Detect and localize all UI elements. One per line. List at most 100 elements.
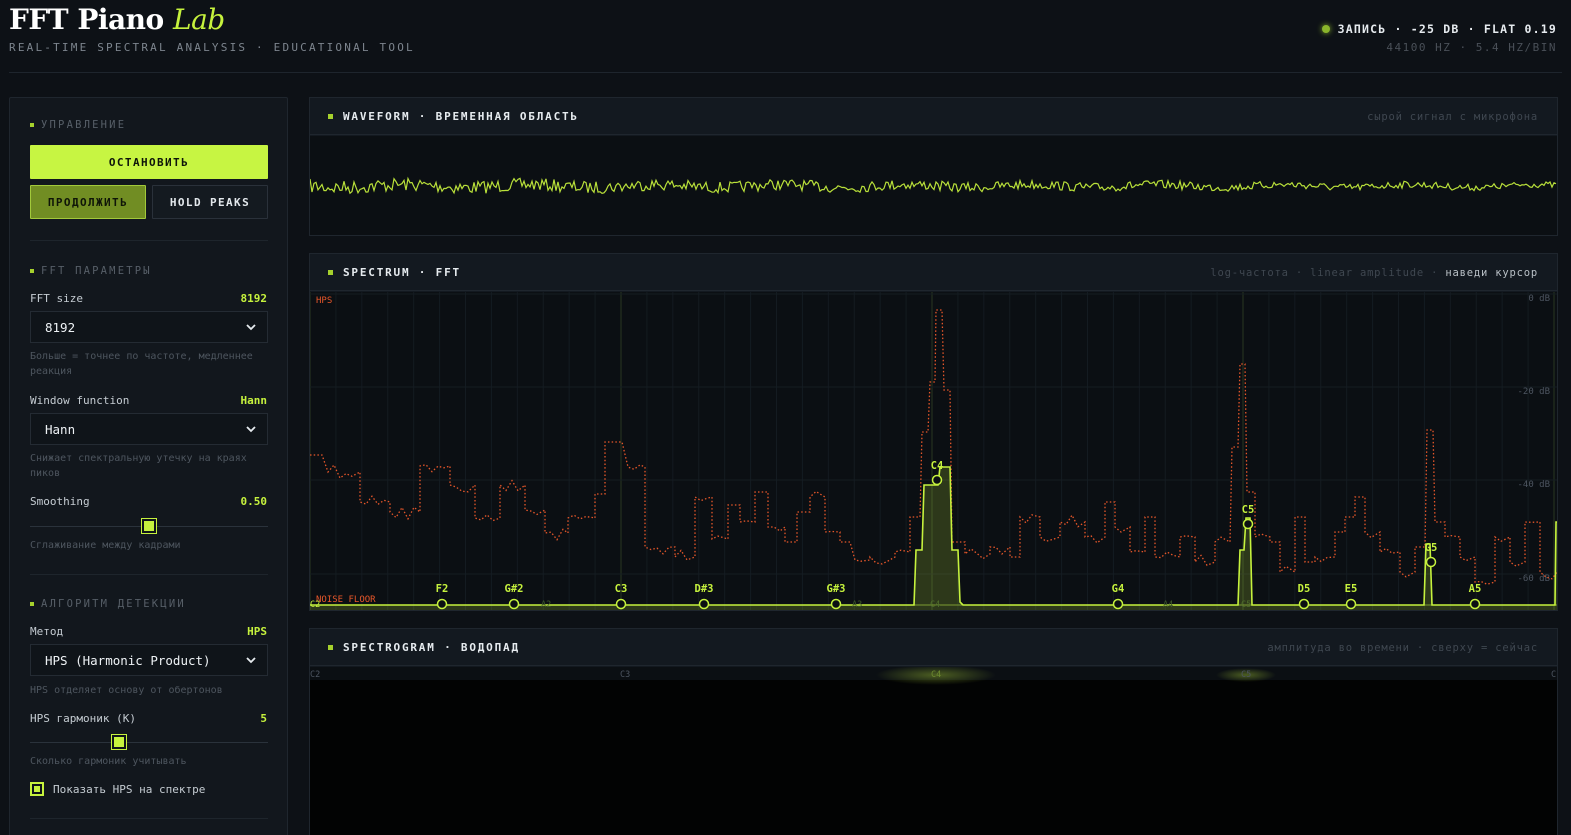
smoothing-slider-thumb[interactable] xyxy=(141,518,157,534)
peak-label-g-sharp-2: G#2 xyxy=(505,583,524,595)
peak-label-g4: G4 xyxy=(1112,583,1125,595)
db-label-40: -40 dB xyxy=(1517,480,1550,490)
sgram-note-c6: C xyxy=(1551,670,1556,680)
db-axis-labels: 0 dB -20 dB -40 dB -60 dB xyxy=(1517,294,1550,584)
recording-status-text: ЗАПИСЬ · -25 DB · FLAT 0.19 xyxy=(1337,22,1557,36)
method-label: Метод xyxy=(30,625,64,638)
chevron-down-icon xyxy=(246,657,256,664)
section-divider xyxy=(30,240,268,241)
spectrogram-panel-title: SPECTROGRAM · ВОДОПАД xyxy=(328,641,520,654)
smoothing-hint: Сглаживание между кадрами xyxy=(30,540,181,551)
axis-note-c5: C5 xyxy=(1241,600,1251,610)
sgram-note-c4: C4 xyxy=(931,670,941,680)
waveform-panel-header: WAVEFORM · ВРЕМЕННАЯ ОБЛАСТЬ сырой сигна… xyxy=(310,98,1557,135)
method-value: HPS xyxy=(247,625,267,638)
waveform-panel-note: сырой сигнал с микрофона xyxy=(1367,111,1538,123)
recording-dot-icon xyxy=(1321,25,1330,33)
peak-label-c4: C4 xyxy=(931,460,944,472)
peak-label-d5: D5 xyxy=(1298,583,1311,595)
axis-note-a4: A4 xyxy=(1163,600,1173,610)
fft-size-label: FFT size xyxy=(30,292,83,305)
fft-size-select[interactable]: 8192 xyxy=(30,311,268,343)
waveform-panel-title: WAVEFORM · ВРЕМЕННАЯ ОБЛАСТЬ xyxy=(328,110,579,123)
method-selected: HPS (Harmonic Product) xyxy=(45,652,211,668)
app-title: FFT Piano Lab xyxy=(9,3,225,36)
show-hps-label[interactable]: Показать HPS на спектре xyxy=(53,783,205,796)
spectrogram-title-text: SPECTROGRAM · ВОДОПАД xyxy=(343,641,520,654)
stop-button[interactable]: ОСТАНОВИТЬ xyxy=(30,145,268,179)
fft-size-hint: Больше = точнее по частоте, медленнее ре… xyxy=(30,351,253,377)
peak-label-f2: F2 xyxy=(436,583,449,595)
section-title-detect-text: АЛГОРИТМ ДЕТЕКЦИИ xyxy=(41,598,186,610)
spectrum-title-text: SPECTRUM · FFT xyxy=(343,266,461,279)
fft-size-value: 8192 xyxy=(240,292,268,305)
hps-legend-label: HPS xyxy=(316,296,332,306)
chevron-down-icon xyxy=(246,324,256,331)
section-divider xyxy=(30,818,268,819)
peak-label-g5: G5 xyxy=(1425,542,1438,554)
section-marker-icon xyxy=(30,123,34,127)
spectrogram-canvas[interactable]: C2 C3 C4 C5 C xyxy=(310,665,1557,835)
hps-harmonics-value: 5 xyxy=(260,712,267,725)
spectrum-note-text: log-частота · linear amplitude · xyxy=(1210,267,1446,279)
axis-note-c4: C4 xyxy=(930,600,940,610)
axis-note-c2: C2 xyxy=(310,600,320,610)
peak-label-g-sharp-3: G#3 xyxy=(827,583,846,595)
spectrum-panel-title: SPECTRUM · FFT xyxy=(328,266,461,279)
sgram-note-c5: C5 xyxy=(1241,670,1251,680)
panel-marker-icon xyxy=(328,645,333,650)
spectrum-hover-hint: наведи курсор xyxy=(1445,267,1538,279)
peak-marker-f2[interactable]: F2 xyxy=(436,583,449,610)
app-subtitle: REAL-TIME SPECTRAL ANALYSIS · EDUCATIONA… xyxy=(9,41,415,54)
spectrogram-svg: C2 C3 C4 C5 C xyxy=(310,665,1557,685)
section-marker-icon xyxy=(30,602,34,606)
panel-marker-icon xyxy=(328,114,333,119)
hps-harmonics-slider-thumb[interactable] xyxy=(111,734,128,750)
sample-rate-info: 44100 HZ · 5.4 HZ/BIN xyxy=(1386,41,1557,54)
control-sidebar: УПРАВЛЕНИЕ ОСТАНОВИТЬ ПРОДОЛЖИТЬ HOLD PE… xyxy=(9,97,288,835)
header-divider xyxy=(9,72,1562,73)
spectrum-canvas[interactable]: HPS 0 dB -20 dB -40 dB -60 dB NOISE FLOO… xyxy=(309,292,1558,610)
window-function-select[interactable]: Hann xyxy=(30,413,268,445)
fft-size-selected: 8192 xyxy=(45,319,76,335)
noise-floor-label: NOISE FLOOR xyxy=(316,595,376,605)
axis-note-a3: A3 xyxy=(852,600,862,610)
method-hint: HPS отделяет основу от обертонов xyxy=(30,685,223,696)
spectrogram-panel-header: SPECTROGRAM · ВОДОПАД амплитуда во време… xyxy=(310,629,1557,666)
spectrum-panel: SPECTRUM · FFT log-частота · linear ampl… xyxy=(309,253,1558,611)
resume-button[interactable]: ПРОДОЛЖИТЬ xyxy=(30,185,146,219)
section-title-detect: АЛГОРИТМ ДЕТЕКЦИИ xyxy=(30,598,186,610)
show-hps-checkbox[interactable] xyxy=(30,782,44,796)
window-function-label: Window function xyxy=(30,394,130,407)
section-title-control: УПРАВЛЕНИЕ xyxy=(30,119,126,131)
peak-label-c5: C5 xyxy=(1242,504,1255,516)
peak-label-a5: A5 xyxy=(1469,583,1482,595)
section-marker-icon xyxy=(30,269,34,273)
peak-marker-a5[interactable]: A5 xyxy=(1469,583,1482,610)
waveform-canvas[interactable] xyxy=(309,136,1557,235)
sgram-note-c3: C3 xyxy=(620,670,630,680)
peak-label-d-sharp-3: D#3 xyxy=(695,583,714,595)
window-function-hint: Снижает спектральную утечку на краях пик… xyxy=(30,453,247,479)
spectrum-panel-note: log-частота · linear amplitude · наведи … xyxy=(1210,267,1538,279)
spectrum-panel-header: SPECTRUM · FFT log-частота · linear ampl… xyxy=(310,254,1557,291)
hps-harmonics-label: HPS гармоник (K) xyxy=(30,712,136,725)
section-divider xyxy=(30,574,268,575)
axis-note-a2: A2 xyxy=(541,600,551,610)
smoothing-label: Smoothing xyxy=(30,495,90,508)
hold-peaks-button[interactable]: HOLD PEAKS xyxy=(152,185,268,219)
section-title-control-text: УПРАВЛЕНИЕ xyxy=(41,119,127,131)
spectrum-svg: HPS 0 dB -20 dB -40 dB -60 dB NOISE FLOO… xyxy=(309,292,1558,610)
panel-marker-icon xyxy=(328,270,333,275)
section-title-fft-text: FFT ПАРАМЕТРЫ xyxy=(41,265,152,277)
peak-label-c3: C3 xyxy=(615,583,628,595)
peak-label-e5: E5 xyxy=(1345,583,1358,595)
hps-harmonics-slider[interactable] xyxy=(30,742,268,743)
method-select[interactable]: HPS (Harmonic Product) xyxy=(30,644,268,676)
spectrogram-panel: SPECTROGRAM · ВОДОПАД амплитуда во време… xyxy=(309,628,1558,835)
db-label-60: -60 dB xyxy=(1517,574,1550,584)
peak-marker-d5[interactable]: D5 xyxy=(1298,583,1311,610)
db-label-0: 0 dB xyxy=(1528,294,1550,304)
spectrum-fill xyxy=(310,467,1557,610)
window-function-value: Hann xyxy=(240,394,268,407)
